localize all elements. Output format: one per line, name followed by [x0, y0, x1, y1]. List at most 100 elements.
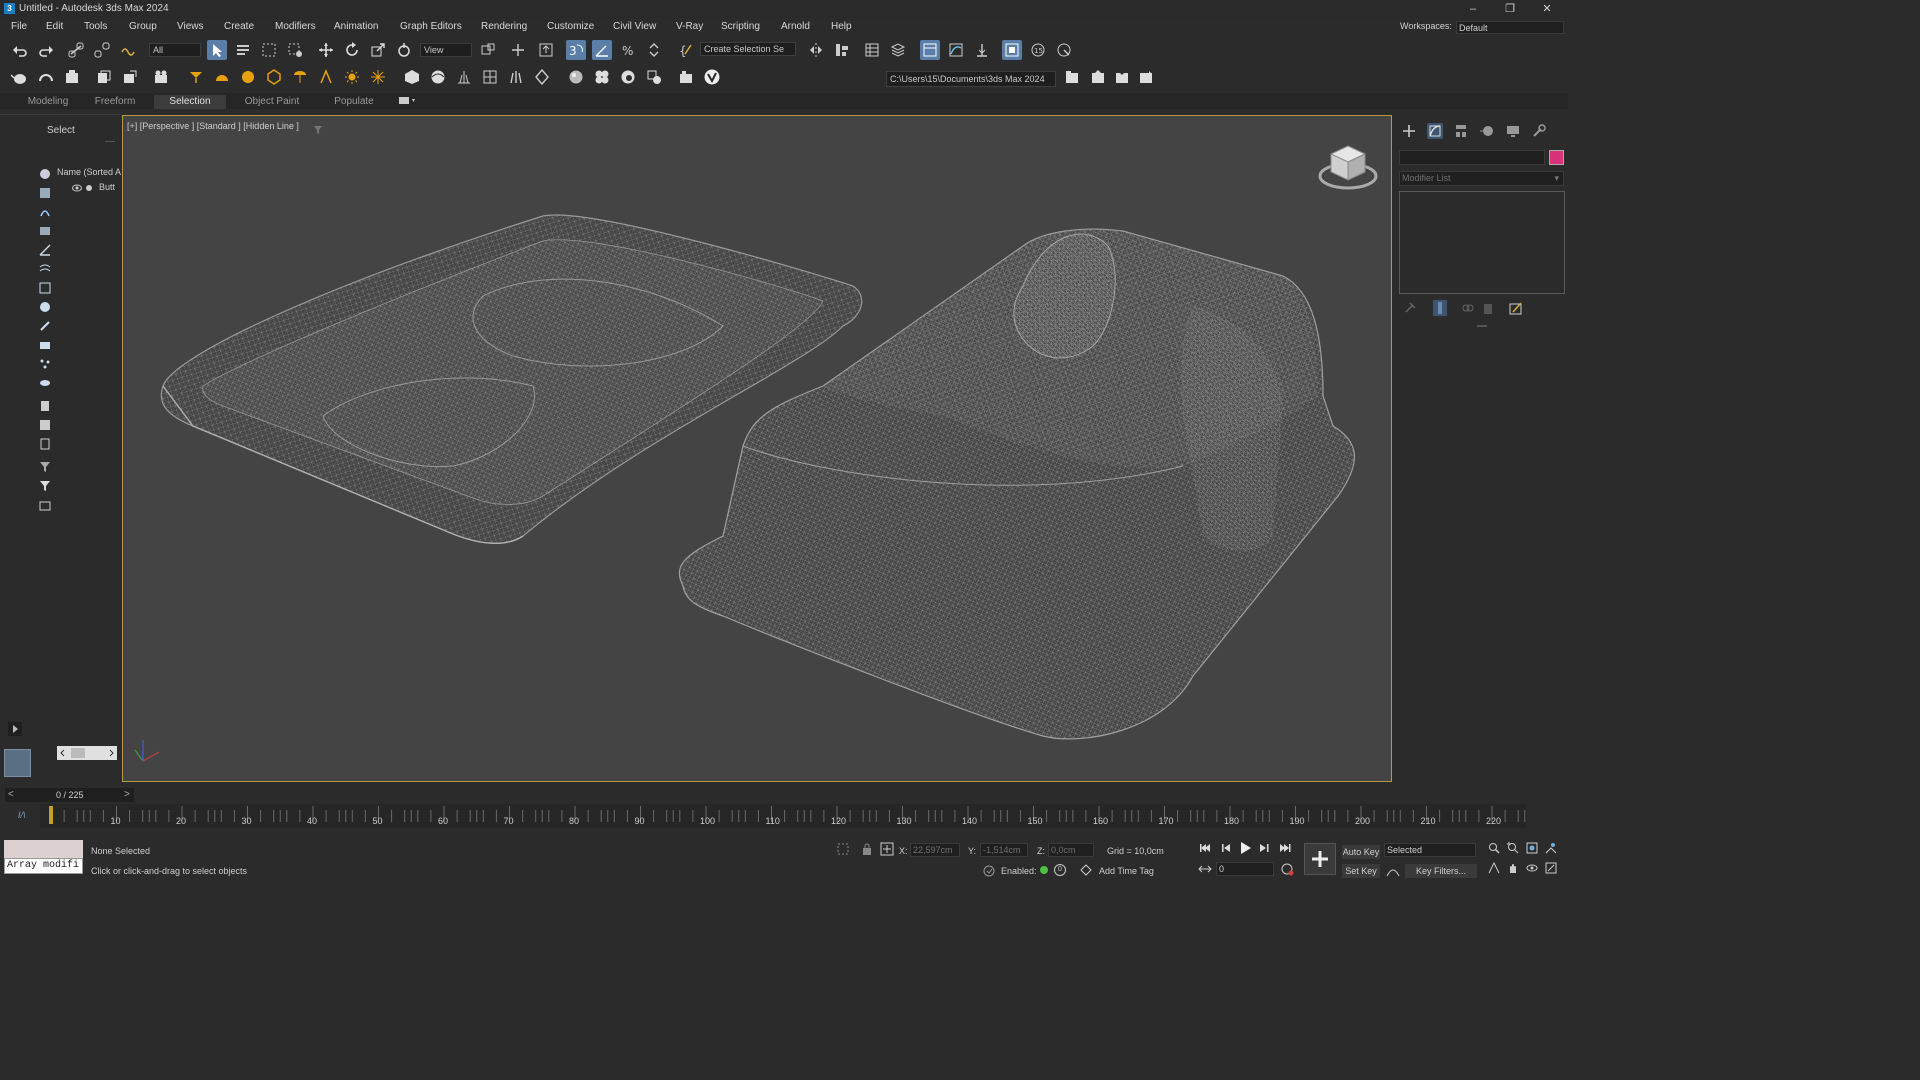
- object-name-field[interactable]: [1399, 150, 1545, 165]
- menu-civil-view[interactable]: Civil View: [613, 21, 656, 32]
- tab-selection[interactable]: Selection: [154, 95, 226, 109]
- teapot-icon[interactable]: [10, 67, 30, 87]
- maxscript-mini-listener[interactable]: Array modifi: [4, 858, 83, 874]
- pivot-center-icon[interactable]: [478, 40, 498, 60]
- display-geometry-icon[interactable]: [36, 185, 53, 201]
- play-icon[interactable]: [1238, 841, 1252, 855]
- adaptive-degradation-icon[interactable]: [982, 864, 996, 878]
- add-time-tag-label[interactable]: Add Time Tag: [1099, 866, 1154, 876]
- go-to-end-icon[interactable]: [1278, 842, 1292, 854]
- mirror-icon[interactable]: [806, 40, 826, 60]
- percent-snap-icon[interactable]: %: [618, 40, 638, 60]
- align-icon[interactable]: [832, 40, 852, 60]
- remove-modifier-icon[interactable]: [1481, 301, 1495, 315]
- key-selection-set-dropdown[interactable]: Selected: [1384, 843, 1476, 857]
- set-key-button[interactable]: [1304, 843, 1336, 875]
- placement-icon[interactable]: [394, 40, 414, 60]
- menu-modifiers[interactable]: Modifiers: [275, 21, 316, 32]
- y-coord-field[interactable]: -1,514cm: [980, 843, 1028, 857]
- curve-editor-mini-icon[interactable]: I/\: [18, 810, 26, 820]
- vray-frame-buffer-icon[interactable]: [676, 67, 696, 87]
- display-objectxrefs-icon[interactable]: [36, 318, 53, 334]
- object-color-swatch[interactable]: [1549, 150, 1564, 165]
- menu-customize[interactable]: Customize: [547, 21, 594, 32]
- rotate-icon[interactable]: [342, 40, 362, 60]
- project-folder-icon[interactable]: [1062, 67, 1082, 87]
- display-none-icon[interactable]: [36, 166, 53, 182]
- display-spacewarps-icon[interactable]: [36, 280, 53, 296]
- select-object-icon[interactable]: [207, 40, 227, 60]
- filter-funnel-icon[interactable]: [36, 459, 53, 475]
- sky-icon[interactable]: [368, 67, 388, 87]
- schematic-view-icon[interactable]: [972, 40, 992, 60]
- menu-file[interactable]: File: [11, 21, 27, 32]
- scale-icon[interactable]: [368, 40, 388, 60]
- zoom-extents-all-icon[interactable]: [1545, 842, 1557, 854]
- set-key-mode-button[interactable]: Set Key: [1342, 864, 1380, 878]
- display-particles-icon[interactable]: [36, 356, 53, 372]
- named-selection-dropdown[interactable]: Create Selection Se: [700, 42, 796, 56]
- toggle-ribbon-icon[interactable]: [920, 40, 940, 60]
- time-slider-prev-icon[interactable]: <: [8, 789, 14, 800]
- ribbon-options-icon[interactable]: [398, 96, 418, 106]
- light-sphere-icon[interactable]: [238, 67, 258, 87]
- light-ambient-icon[interactable]: [316, 67, 336, 87]
- vray-sphere-icon[interactable]: [428, 67, 448, 87]
- menu-tools[interactable]: Tools: [84, 21, 107, 32]
- select-layer-icon[interactable]: [36, 497, 53, 513]
- link-icon[interactable]: [66, 40, 86, 60]
- key-filters-button[interactable]: Key Filters...: [1405, 864, 1477, 878]
- display-helpers-icon[interactable]: [36, 261, 53, 277]
- explorer-row[interactable]: Butt: [72, 182, 122, 194]
- modifier-list-dropdown[interactable]: Modifier List ▾: [1399, 171, 1564, 186]
- toggle-layer-explorer-icon[interactable]: [888, 40, 908, 60]
- selection-lock-icon[interactable]: [860, 842, 874, 856]
- rectangular-selection-icon[interactable]: [259, 40, 279, 60]
- display-hidden-icon[interactable]: [36, 375, 53, 391]
- explorer-horizontal-scrollbar[interactable]: [57, 746, 117, 760]
- light-spot-icon[interactable]: [186, 67, 206, 87]
- hierarchy-tab-icon[interactable]: [1453, 123, 1469, 139]
- menu-arnold[interactable]: Arnold: [781, 21, 810, 32]
- time-configuration-icon[interactable]: [1280, 862, 1294, 876]
- key-mode-toggle-icon[interactable]: [1198, 863, 1212, 875]
- menu-views[interactable]: Views: [177, 21, 204, 32]
- sun-icon[interactable]: [342, 67, 362, 87]
- render-frame-icon[interactable]: [36, 67, 56, 87]
- isolate-selection-icon[interactable]: [836, 842, 850, 856]
- curve-editor-icon[interactable]: [946, 40, 966, 60]
- expand-panel-icon[interactable]: [8, 722, 22, 736]
- configure-modifier-sets-icon[interactable]: [1509, 301, 1523, 315]
- vray-lightmtl-icon[interactable]: [618, 67, 638, 87]
- vray-material-icon[interactable]: [566, 67, 586, 87]
- vray-clipper-icon[interactable]: [480, 67, 500, 87]
- vray-fur-icon[interactable]: [454, 67, 474, 87]
- vray-enmesh-icon[interactable]: [532, 67, 552, 87]
- light-ies-icon[interactable]: [290, 67, 310, 87]
- window-crossing-icon[interactable]: [285, 40, 305, 60]
- display-children-icon[interactable]: [36, 398, 53, 414]
- menu-help[interactable]: Help: [831, 21, 852, 32]
- box-create-icon[interactable]: [94, 67, 114, 87]
- default-in-out-tangents-icon[interactable]: [1386, 864, 1400, 878]
- object-properties-icon[interactable]: [120, 67, 140, 87]
- tab-freeform[interactable]: Freeform: [86, 95, 144, 109]
- menu-rendering[interactable]: Rendering: [481, 21, 527, 32]
- move-icon[interactable]: [316, 40, 336, 60]
- show-end-result-icon[interactable]: [1433, 300, 1447, 316]
- zoom-all-icon[interactable]: [1507, 842, 1519, 854]
- reference-coordinate-dropdown[interactable]: View: [420, 43, 472, 57]
- time-tag-icon[interactable]: [1080, 864, 1092, 876]
- save-file-icon[interactable]: [1112, 67, 1132, 87]
- menu-animation[interactable]: Animation: [334, 21, 378, 32]
- zoom-icon[interactable]: [1488, 842, 1500, 854]
- keyboard-shortcut-override-icon[interactable]: [536, 40, 556, 60]
- maxscript-mini-listener-pink[interactable]: [4, 840, 83, 858]
- x-coord-field[interactable]: 22,597cm: [910, 843, 960, 857]
- time-cursor[interactable]: [49, 806, 53, 824]
- time-slider[interactable]: < 0 / 225 >: [5, 788, 134, 802]
- absolute-mode-icon[interactable]: [880, 842, 894, 856]
- display-tab-icon[interactable]: [1505, 123, 1521, 139]
- filter-all-icon[interactable]: [36, 478, 53, 494]
- panel-splitter[interactable]: [1477, 325, 1487, 327]
